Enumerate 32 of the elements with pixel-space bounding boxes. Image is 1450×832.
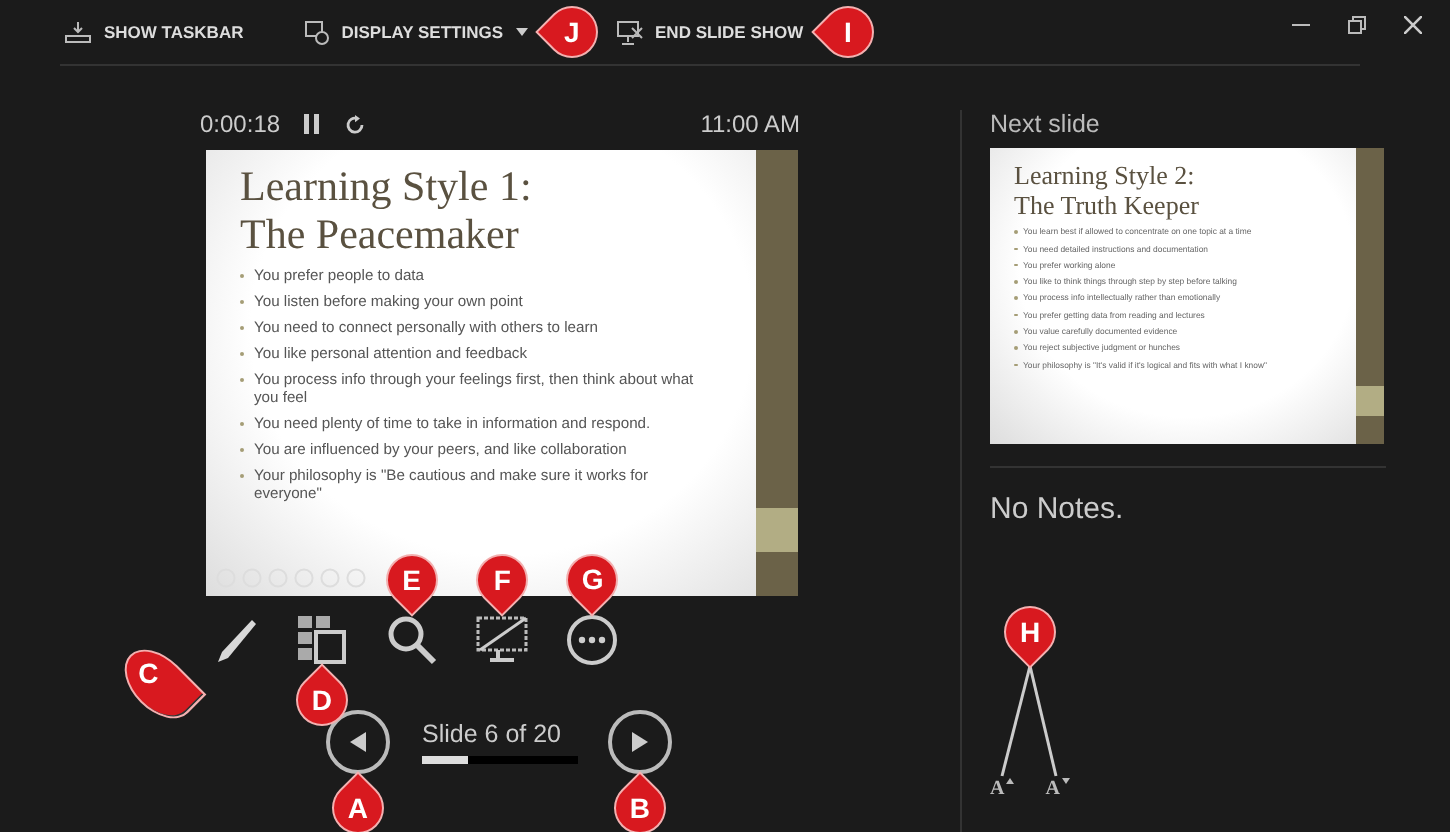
triangle-left-icon <box>350 732 366 752</box>
restart-button[interactable] <box>344 113 367 135</box>
restore-icon <box>1347 15 1365 33</box>
font-decrease-button[interactable]: A <box>1045 778 1070 800</box>
leader-line <box>1000 666 1032 777</box>
clock-time: 11:00 AM <box>700 110 800 138</box>
close-button[interactable] <box>1398 12 1426 36</box>
panel-heading: Next slide <box>990 110 1102 138</box>
toolbar-button[interactable]: SHOW TASKBAR <box>64 20 244 44</box>
monitor-slash-icon[interactable] <box>476 614 528 666</box>
end-show-icon <box>615 19 644 45</box>
minimize-icon <box>1291 23 1309 25</box>
pause-button[interactable] <box>304 114 321 134</box>
taskbar-icon <box>64 20 92 44</box>
next-button[interactable] <box>608 710 672 774</box>
restore-button[interactable] <box>1342 12 1370 36</box>
notes-text: No Notes. <box>990 492 1126 526</box>
slide-title: Learning Style 2: The Truth Keeper <box>1014 160 1201 220</box>
search-icon[interactable] <box>386 614 438 666</box>
slide-counter: Slide 6 of 20 <box>422 720 563 748</box>
leader-line <box>1028 666 1058 777</box>
previous-button[interactable] <box>326 710 390 774</box>
display-settings-icon <box>303 19 330 45</box>
close-icon <box>1403 15 1421 33</box>
slide-grid-icon[interactable] <box>296 614 348 666</box>
triangle-right-icon <box>632 732 648 752</box>
more-icon[interactable] <box>566 614 618 666</box>
toolbar-button[interactable]: END SLIDE SHOW <box>615 19 804 45</box>
font-increase-button[interactable]: A <box>990 778 1015 800</box>
toolbar-button[interactable]: DISPLAY SETTINGS <box>303 19 528 45</box>
slide-title: Learning Style 1: The Peacemaker <box>240 162 534 258</box>
elapsed-time: 0:00:18 <box>200 110 281 138</box>
